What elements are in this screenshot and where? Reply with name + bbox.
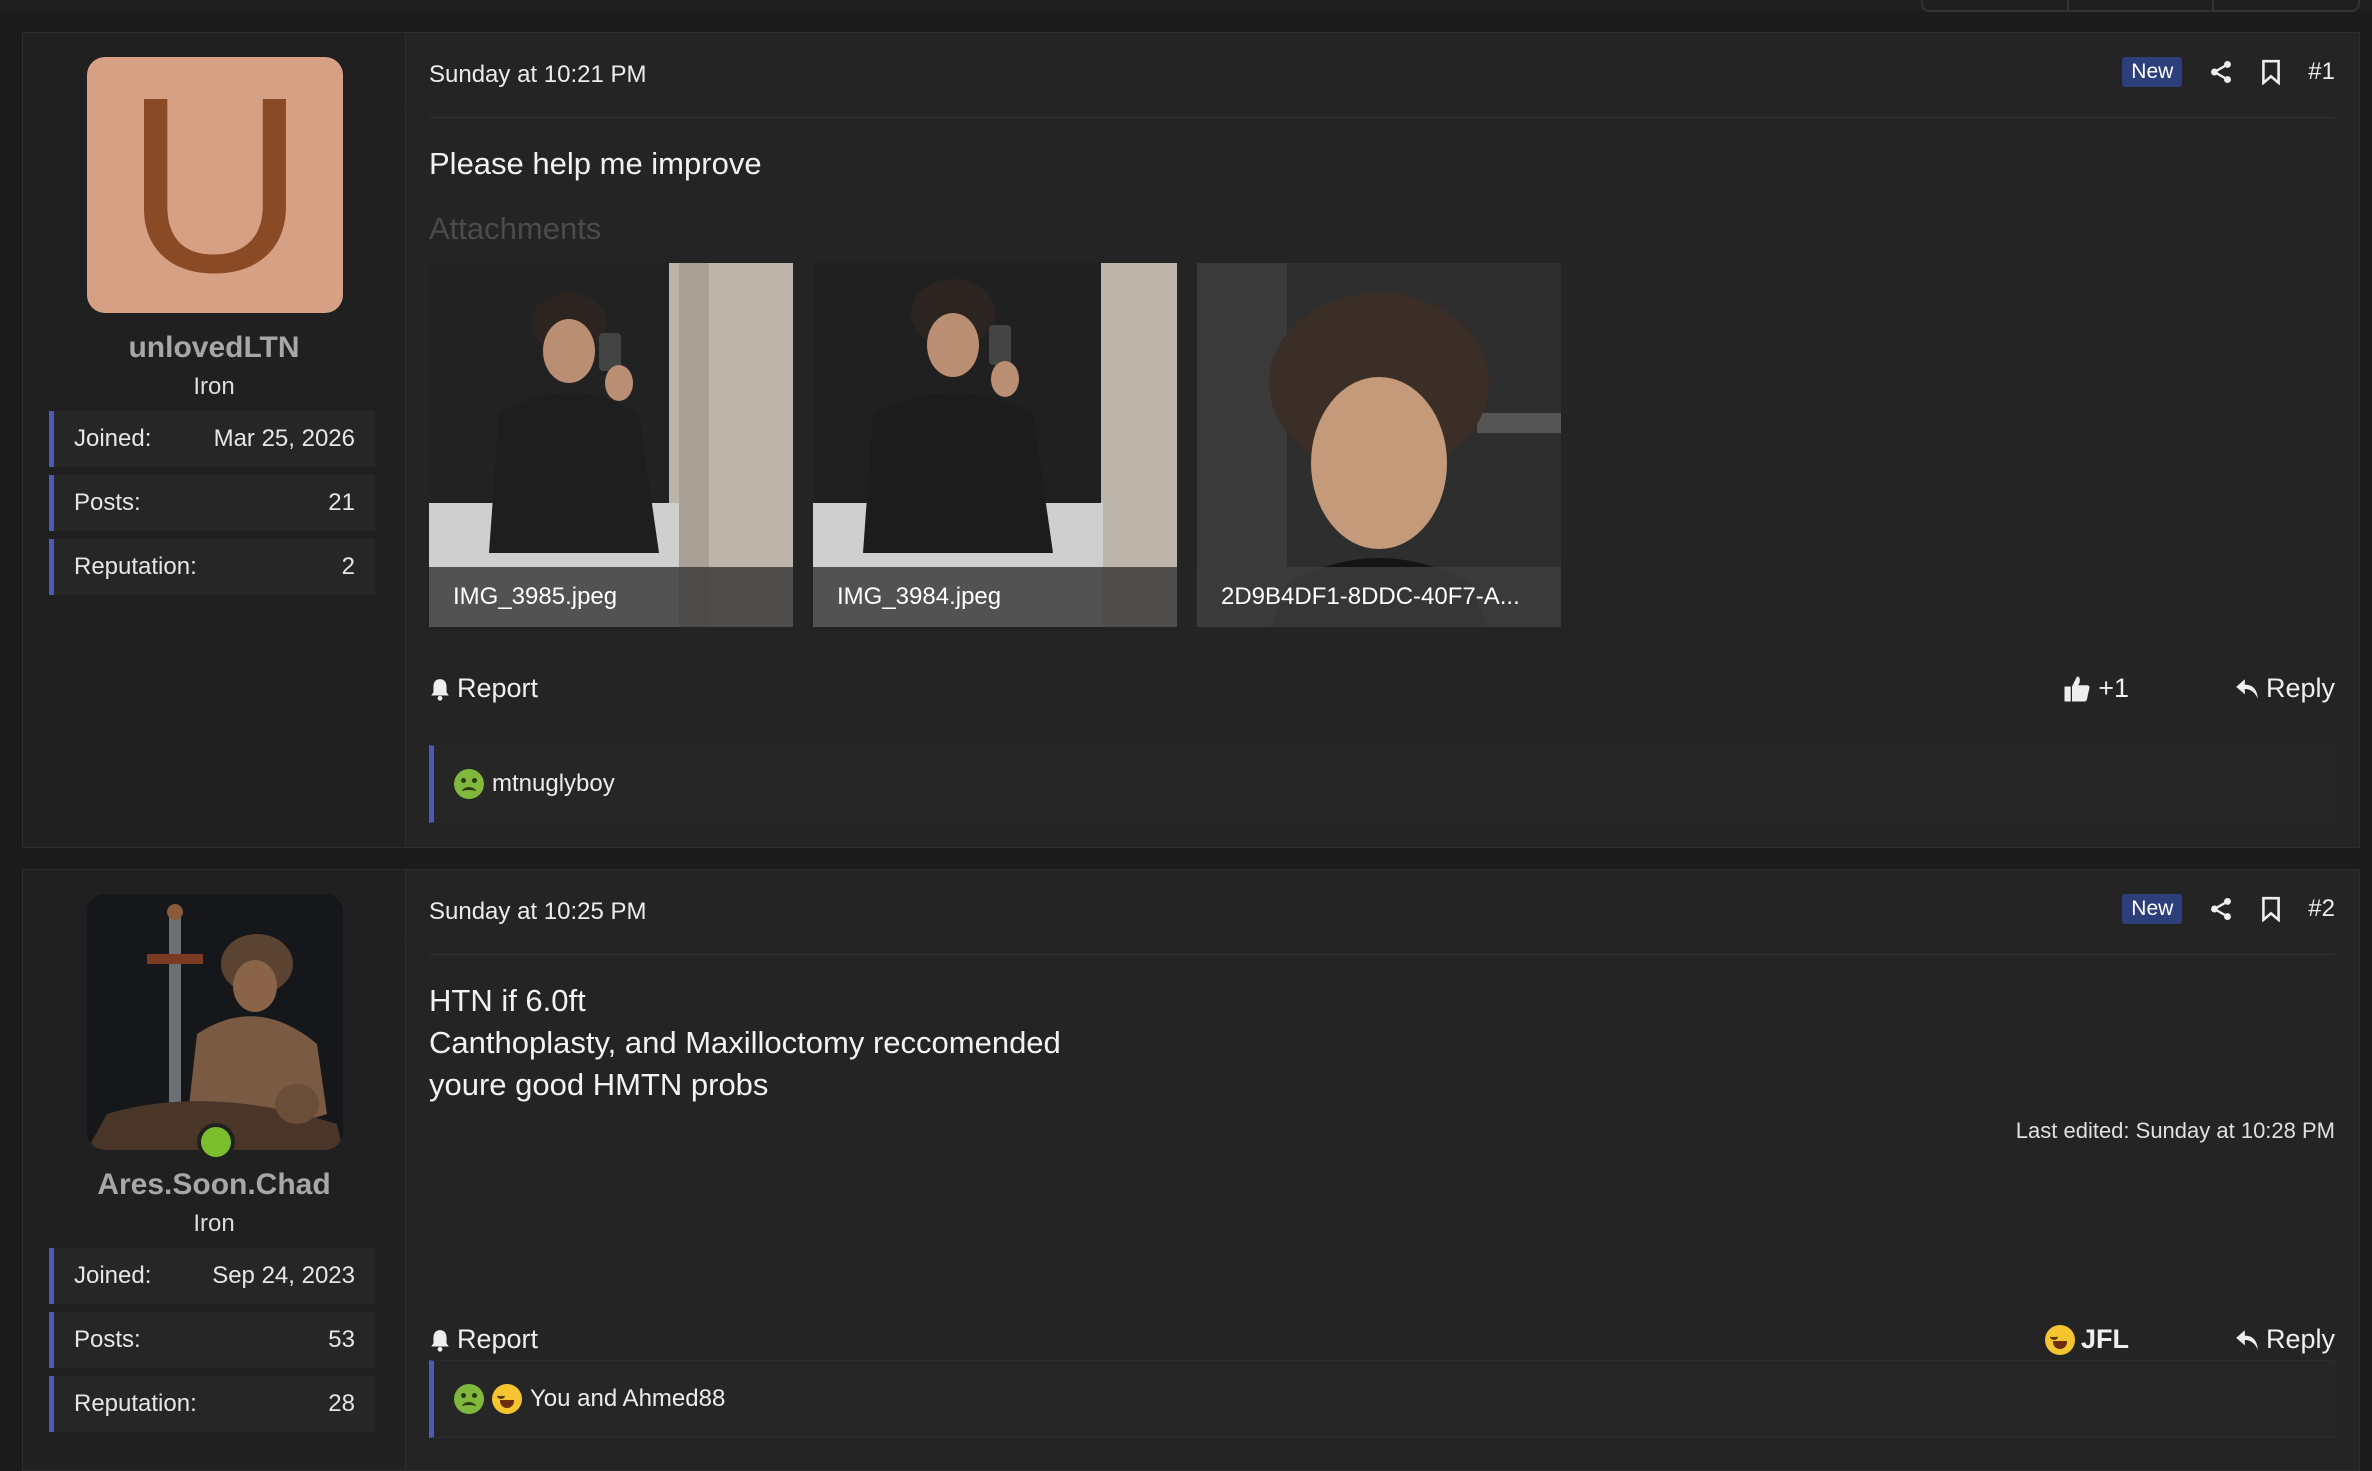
attachment-filename: IMG_3985.jpeg <box>429 567 793 627</box>
stat-value: Sep 24, 2023 <box>212 1262 355 1289</box>
post-number[interactable]: #1 <box>2308 58 2335 86</box>
post-header-actions: New #1 <box>2122 57 2335 87</box>
username[interactable]: unlovedLTN <box>23 331 405 365</box>
attachment-thumbnail[interactable]: IMG_3985.jpeg <box>429 263 793 627</box>
header-divider <box>429 954 2335 955</box>
report-label: Report <box>457 1324 539 1354</box>
reaction-label: +1 <box>2098 673 2129 703</box>
stat-posts: Posts: 21 <box>49 475 375 531</box>
user-sidebar: Ares.Soon.Chad Iron Joined: Sep 24, 2023… <box>23 870 423 1470</box>
user-sidebar: U unlovedLTN Iron Joined: Mar 25, 2026 P… <box>23 33 423 847</box>
stat-label: Reputation: <box>74 553 197 580</box>
stat-value: 21 <box>328 489 355 516</box>
post-header-actions: New #2 <box>2122 894 2335 924</box>
stat-label: Posts: <box>74 1326 141 1353</box>
post-body: HTN if 6.0ft Canthoplasty, and Maxilloct… <box>429 980 1061 1106</box>
stat-value: Mar 25, 2026 <box>213 425 355 452</box>
reactions-summary-bar[interactable]: You and Ahmed88 <box>429 1360 2335 1438</box>
bookmark-icon[interactable] <box>2260 59 2282 85</box>
top-pagination-tabs[interactable] <box>1921 0 2360 12</box>
sick-emoji-icon <box>454 1384 484 1414</box>
reaction-label: JFL <box>2080 1324 2129 1354</box>
stat-value: 28 <box>328 1390 355 1417</box>
stat-label: Posts: <box>74 489 141 516</box>
stat-value: 53 <box>328 1326 355 1353</box>
attachment-thumbnail[interactable]: IMG_3984.jpeg <box>813 263 1177 627</box>
post-1: U unlovedLTN Iron Joined: Mar 25, 2026 P… <box>22 32 2360 848</box>
like-reaction-button[interactable]: +1 <box>2062 673 2129 704</box>
reply-button[interactable]: Reply <box>2234 673 2335 704</box>
post-number[interactable]: #2 <box>2308 895 2335 923</box>
bookmark-icon[interactable] <box>2260 896 2282 922</box>
post-body-line: youre good HMTN probs <box>429 1067 769 1102</box>
reply-label: Reply <box>2265 673 2335 703</box>
bell-icon <box>431 1329 449 1352</box>
attachments-label: Attachments <box>429 211 602 246</box>
avatar[interactable] <box>87 894 343 1150</box>
header-divider <box>429 117 2335 118</box>
reactions-summary-text[interactable]: mtnuglyboy <box>492 770 615 798</box>
reactions-summary-bar[interactable]: mtnuglyboy <box>429 745 2335 823</box>
stat-reputation: Reputation: 28 <box>49 1376 375 1432</box>
bell-icon <box>431 678 449 701</box>
post-body-line: Canthoplasty, and Maxilloctomy reccomend… <box>429 1025 1061 1060</box>
stat-posts: Posts: 53 <box>49 1312 375 1368</box>
stat-label: Reputation: <box>74 1390 197 1417</box>
stat-label: Joined: <box>74 425 152 452</box>
share-icon[interactable] <box>2208 896 2234 922</box>
post-body-line: HTN if 6.0ft <box>429 983 586 1018</box>
new-badge: New <box>2122 57 2183 87</box>
laughing-emoji-icon <box>2044 1324 2075 1355</box>
post-timestamp[interactable]: Sunday at 10:21 PM <box>429 61 646 89</box>
reply-icon <box>2236 678 2258 699</box>
top-strip <box>0 0 2372 12</box>
online-status-indicator <box>197 1123 235 1161</box>
report-button[interactable]: Report <box>429 673 538 704</box>
jfl-reaction-button[interactable]: JFL <box>2044 1324 2129 1355</box>
post-timestamp[interactable]: Sunday at 10:25 PM <box>429 898 646 926</box>
stat-reputation: Reputation: 2 <box>49 539 375 595</box>
avatar[interactable]: U <box>87 57 343 313</box>
reply-label: Reply <box>2265 1324 2335 1354</box>
share-icon[interactable] <box>2208 59 2234 85</box>
thumbs-up-icon <box>2064 676 2090 701</box>
last-edited-note: Last edited: Sunday at 10:28 PM <box>2015 1118 2335 1143</box>
sick-emoji-icon <box>454 769 484 799</box>
username[interactable]: Ares.Soon.Chad <box>23 1168 405 1202</box>
report-button[interactable]: Report <box>429 1324 538 1355</box>
stat-value: 2 <box>341 553 355 580</box>
post-2: Ares.Soon.Chad Iron Joined: Sep 24, 2023… <box>22 869 2360 1471</box>
user-rank: Iron <box>193 373 235 400</box>
user-rank: Iron <box>193 1210 235 1237</box>
reply-button[interactable]: Reply <box>2234 1324 2335 1355</box>
stat-joined: Joined: Mar 25, 2026 <box>49 411 375 467</box>
new-badge: New <box>2122 894 2183 924</box>
stat-label: Joined: <box>74 1262 152 1289</box>
attachment-thumbnail[interactable]: 2D9B4DF1-8DDC-40F7-A... <box>1197 263 1561 627</box>
attachment-filename: 2D9B4DF1-8DDC-40F7-A... <box>1197 567 1561 627</box>
reactions-summary-text[interactable]: You and Ahmed88 <box>530 1385 725 1413</box>
attachment-filename: IMG_3984.jpeg <box>813 567 1177 627</box>
report-label: Report <box>457 673 539 703</box>
laughing-emoji-icon <box>492 1384 522 1414</box>
post-body-line: Please help me improve <box>429 146 762 181</box>
post-body: Please help me improve <box>429 143 762 185</box>
reply-icon <box>2236 1329 2258 1350</box>
stat-joined: Joined: Sep 24, 2023 <box>49 1248 375 1304</box>
